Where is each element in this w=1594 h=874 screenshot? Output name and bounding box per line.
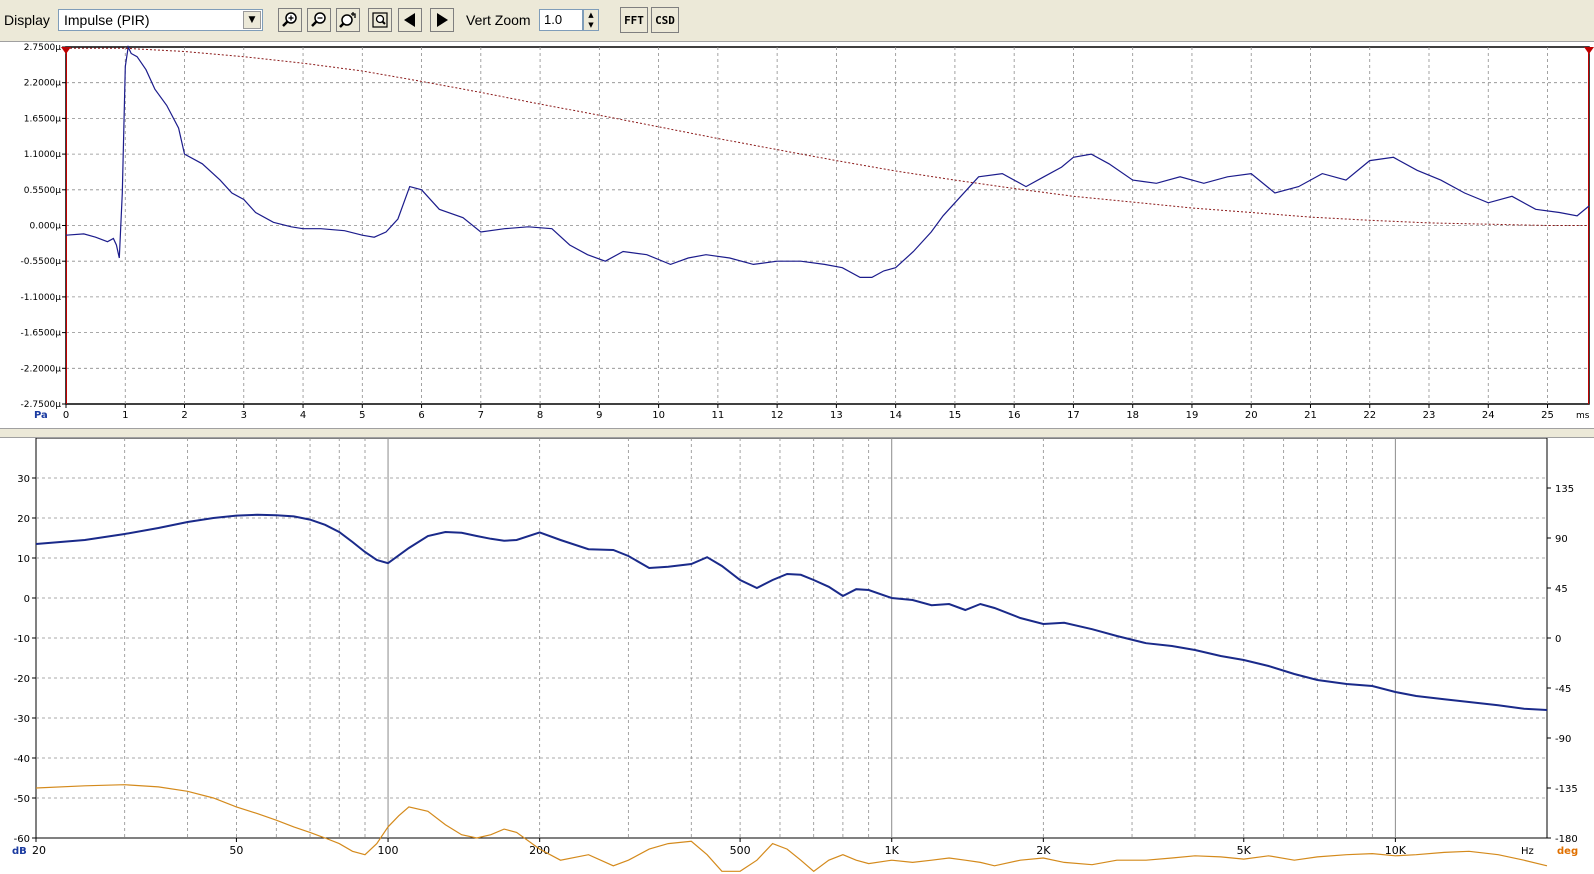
vert-zoom-label: Vert Zoom [466,12,531,28]
x-tick-label: 24 [1482,410,1495,421]
x-tick-label: 15 [949,410,962,421]
x-tick-label: 1K [885,844,900,857]
y2-tick-label: -90 [1555,734,1571,745]
y2-tick-label: -135 [1555,784,1578,795]
x-tick-label: 11 [712,410,725,421]
x-tick-label: 22 [1363,410,1376,421]
display-select-value: Impulse (PIR) [64,12,150,28]
x-tick-label: 18 [1126,410,1139,421]
y-tick-label: 2.7500µ [24,43,61,53]
y2-tick-label: 45 [1555,584,1568,595]
x-tick-label: 1 [122,410,128,421]
y-tick-label: -1.1000µ [21,293,62,303]
y2-tick-label: -180 [1555,834,1578,845]
display-label: Display [4,12,50,28]
y-tick-label: -50 [14,794,30,805]
x-tick-label: 0 [63,410,69,421]
x-tick-label: 9 [596,410,602,421]
x-tick-label: 8 [537,410,543,421]
zoom-out-icon [311,12,326,27]
y2-tick-label: 135 [1555,484,1574,495]
fft-button[interactable]: FFT [620,7,648,33]
frequency-response-chart[interactable]: 3020100-10-20-30-40-50-6013590450-45-90-… [0,438,1594,874]
y-tick-label: -60 [14,834,30,845]
x-tick-label: 50 [229,844,243,857]
x-tick-label: 21 [1304,410,1317,421]
x-tick-label: 10 [652,410,665,421]
x-tick-label: 25 [1541,410,1554,421]
y-tick-label: -1.6500µ [21,329,62,339]
previous-button[interactable] [398,8,422,32]
arrow-left-icon [404,13,415,27]
vert-zoom-input[interactable]: 1.0 [539,9,583,31]
x-tick-label: 17 [1067,410,1080,421]
y-tick-label: -20 [14,674,30,685]
spin-down-icon[interactable]: ▼ [584,20,598,30]
x-tick-label: 16 [1008,410,1021,421]
x-tick-label: 20 [32,844,46,857]
x-tick-label: 200 [529,844,550,857]
x-tick-label: 13 [830,410,843,421]
zoom-fit-button[interactable] [368,8,392,32]
y-tick-label: 2.2000µ [24,79,61,89]
x-tick-label: 2 [181,410,187,421]
x-tick-label: 500 [730,844,751,857]
x-tick-label: 100 [378,844,399,857]
y-tick-label: -2.2000µ [21,364,62,374]
y2-tick-label: 0 [1555,634,1561,645]
x-tick-label: 5K [1237,844,1252,857]
x-tick-label: 14 [889,410,902,421]
zoom-in-icon [282,12,297,27]
x-unit-label: ms [1576,411,1590,421]
y2-unit-label: deg [1557,846,1578,857]
x-tick-label: 3 [241,410,247,421]
x-tick-label: 6 [418,410,424,421]
x-tick-label: 2K [1036,844,1051,857]
y-tick-label: 0.5500µ [24,186,61,196]
y-tick-label: 0 [24,594,30,605]
zoom-reset-icon [339,12,356,28]
x-tick-label: 5 [359,410,365,421]
impulse-chart[interactable]: 0 1 2 3 4 5 6 7 8 9 10 11 12 13 14 15 16 17 18 19 20 21 22 23 24… [0,42,1594,428]
x-tick-label: 20 [1245,410,1258,421]
x-tick-label: 23 [1423,410,1436,421]
arrow-right-icon [437,13,448,27]
y-tick-label: -0.5500µ [21,257,62,267]
y-tick-label: 1.1000µ [24,150,61,160]
chevron-down-icon[interactable]: ▼ [243,11,261,29]
y-unit-label: dB [12,846,27,857]
pane-divider[interactable] [0,428,1594,438]
y-tick-label: 0.000µ [30,222,62,232]
y-tick-label: -2.7500µ [21,400,62,410]
y2-tick-label: 90 [1555,534,1568,545]
vert-zoom-spinner[interactable]: ▲ ▼ [583,9,599,31]
y-tick-label: 1.6500µ [24,114,61,124]
toolbar: Display Impulse (PIR) ▼ Vert Zoom 1.0 ▲ … [0,0,1594,42]
zoom-reset-button[interactable] [336,8,360,32]
zoom-out-button[interactable] [307,8,331,32]
y-unit-label: Pa [34,410,48,421]
y-tick-label: -40 [14,754,30,765]
x-tick-label: 4 [300,410,306,421]
y2-tick-label: -45 [1555,684,1571,695]
x-tick-label: 7 [478,410,484,421]
x-tick-label: 12 [771,410,784,421]
y-tick-label: -10 [14,634,30,645]
zoom-fit-icon [372,12,388,28]
x-unit-label: Hz [1521,846,1534,857]
csd-button[interactable]: CSD [651,7,679,33]
y-tick-label: 20 [17,514,30,525]
x-tick-label: 19 [1186,410,1199,421]
zoom-in-button[interactable] [278,8,302,32]
y-tick-label: 30 [17,474,30,485]
y-tick-label: -30 [14,714,30,725]
next-button[interactable] [430,8,454,32]
y-tick-label: 10 [17,554,30,565]
display-select[interactable]: Impulse (PIR) ▼ [58,9,263,31]
spin-up-icon[interactable]: ▲ [584,10,598,20]
